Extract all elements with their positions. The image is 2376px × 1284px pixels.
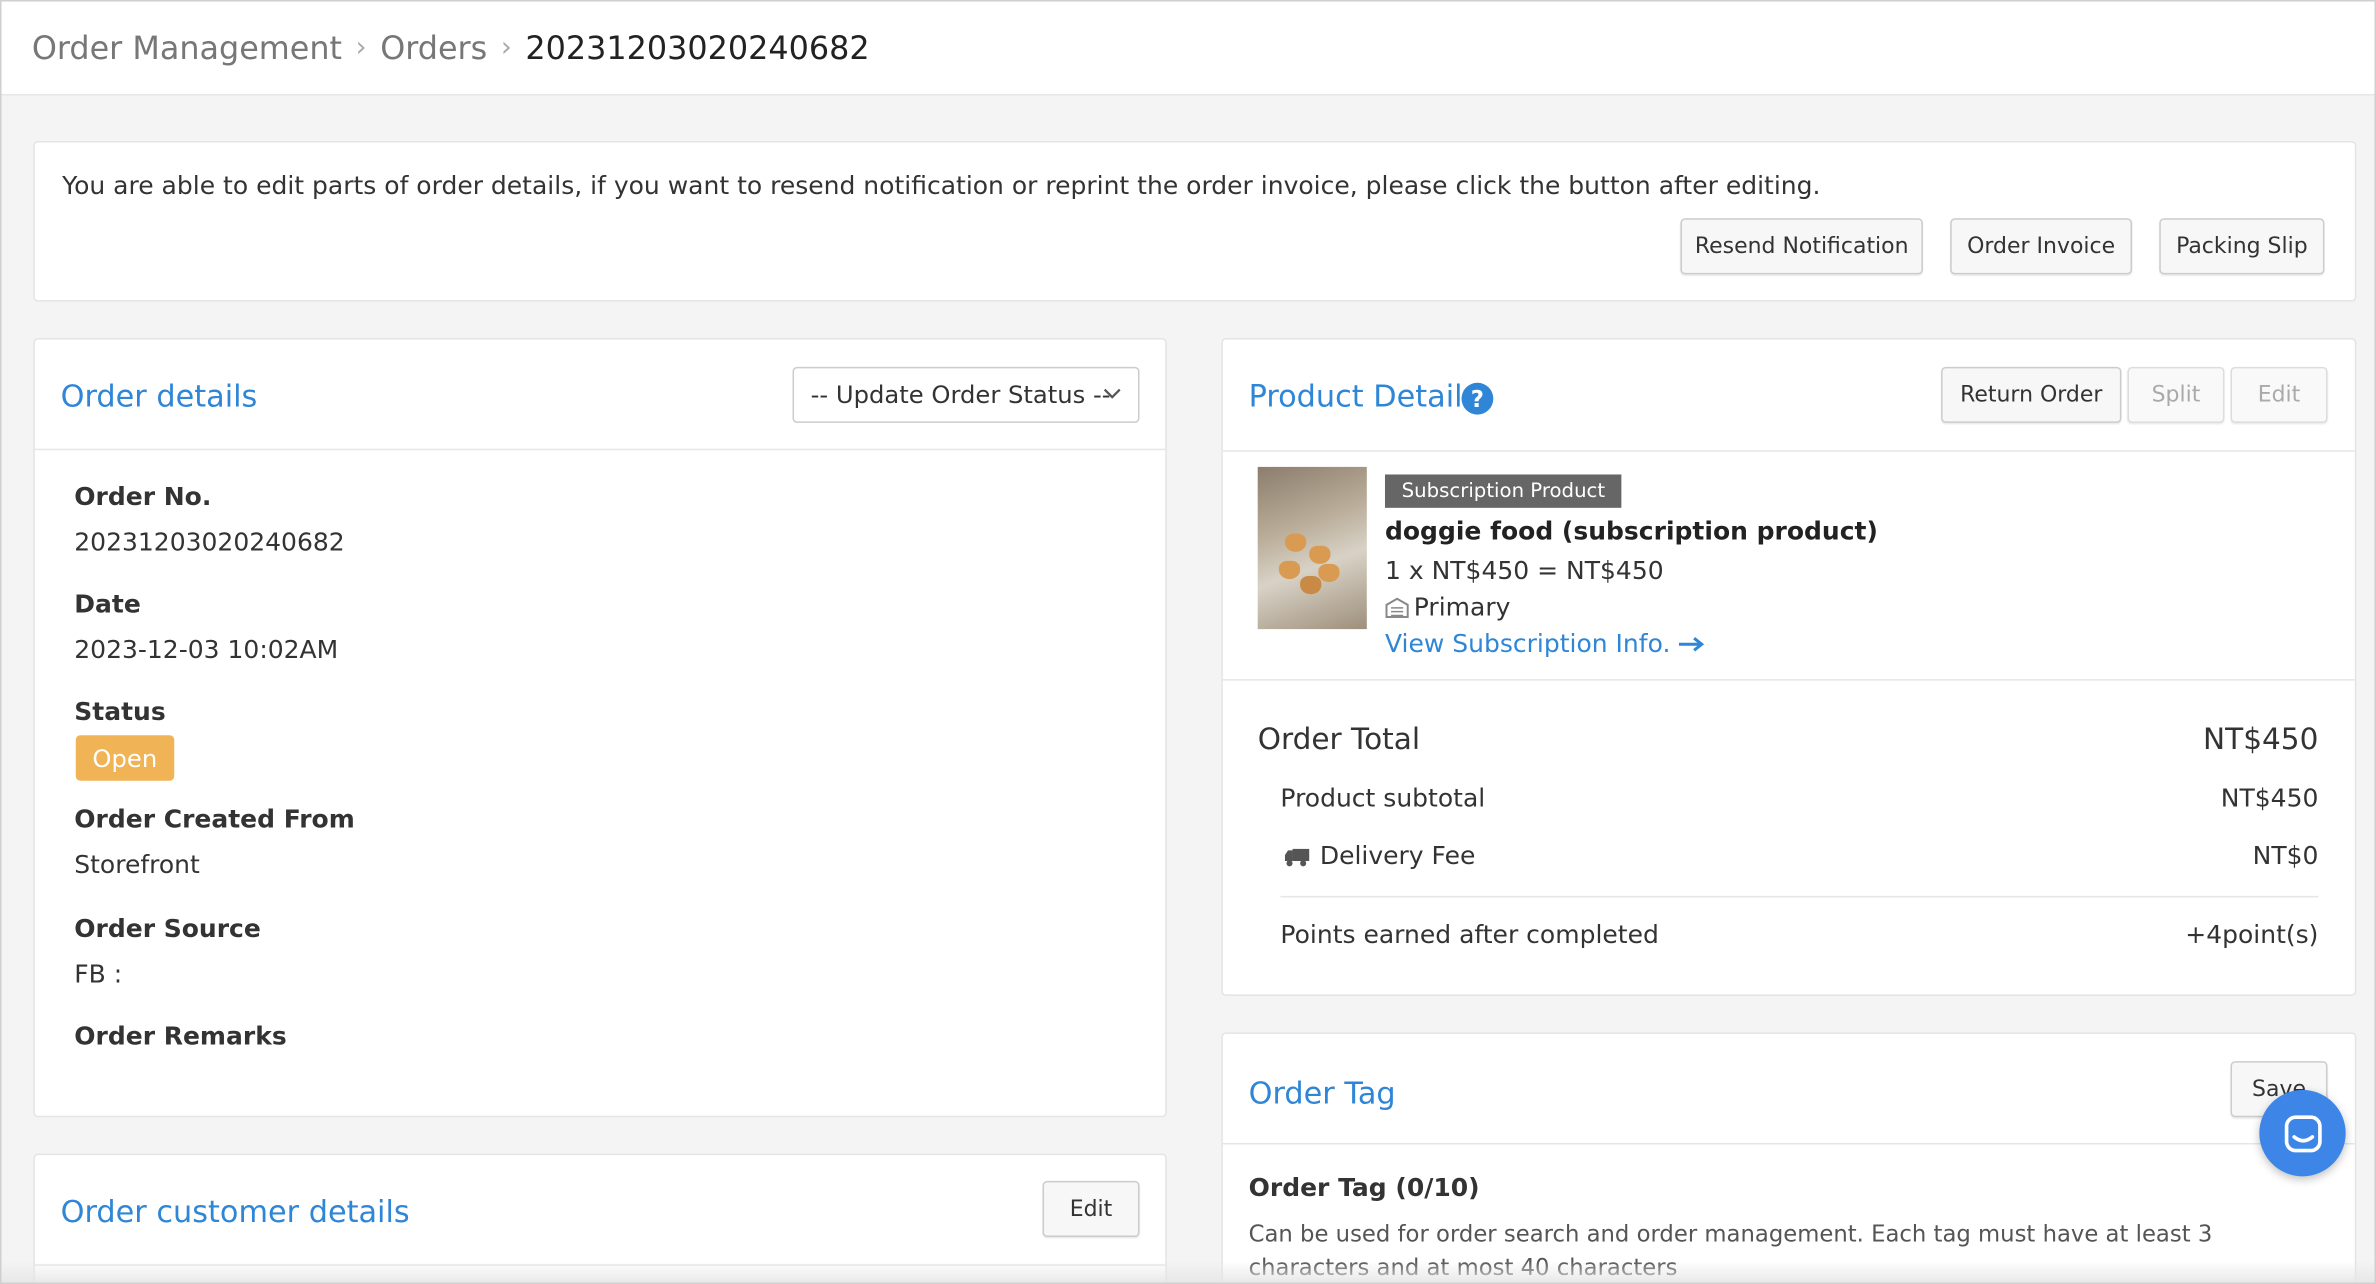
points-earned-label: Points earned after completed [1280,920,1659,949]
order-details-title: Order details [60,377,258,414]
order-tag-panel: Order Tag Save Order Tag (0/10) Can be u… [1221,1032,2357,1283]
breadcrumb-orders[interactable]: Orders [380,30,487,66]
view-subscription-info-link[interactable]: View Subscription Info. [1385,629,1705,658]
order-source-value: FB : [74,959,123,989]
points-earned-value: +4point(s) [2185,920,2319,949]
chevron-down-icon [1103,388,1121,399]
product-details-title: Product Details [1248,377,1479,414]
product-warehouse: Primary [1385,593,1510,622]
order-total-label: Order Total [1257,721,1421,757]
warehouse-icon [1385,596,1409,618]
arrow-right-icon [1679,636,1705,651]
help-circle-icon[interactable]: ? [1461,382,1494,415]
customer-edit-button[interactable]: Edit [1042,1180,1140,1237]
order-invoice-button[interactable]: Order Invoice [1950,218,2133,275]
divider [1222,450,2355,452]
order-remarks-label: Order Remarks [74,1021,287,1051]
order-customer-details-header: Order customer details Edit [34,1155,1166,1266]
order-details-panel: Order details -- Update Order Status -- … [33,338,1167,1118]
order-created-from-label: Order Created From [74,804,355,834]
date-label: Date [74,589,141,619]
order-details-header: Order details -- Update Order Status -- [34,340,1166,451]
order-no-value: 20231203020240682 [74,527,345,557]
breadcrumb-order-management[interactable]: Order Management [32,30,342,66]
edit-notice-panel: You are able to edit parts of order deta… [33,140,2357,302]
chat-launcher-button[interactable] [2259,1089,2346,1177]
product-name: doggie food (subscription product) [1384,516,1878,546]
delivery-fee-value: NT$0 [2252,841,2319,871]
order-no-label: Order No. [74,482,212,511]
product-warehouse-name: Primary [1413,592,1511,622]
update-order-status-select[interactable]: -- Update Order Status -- [792,366,1140,423]
chat-icon [2284,1114,2321,1152]
order-total-value: NT$450 [2203,721,2319,757]
split-button[interactable]: Split [2127,366,2225,423]
delivery-fee-label: Delivery Fee [1319,841,1476,871]
date-value: 2023-12-03 10:02AM [74,635,339,664]
resend-notification-button[interactable]: Resend Notification [1680,218,1923,275]
product-details-panel: Product Details ? Return Order Split Edi… [1221,338,2357,996]
product-subtotal-label: Product subtotal [1280,783,1486,813]
divider [1222,679,2355,681]
scroll-fade [1,1261,2375,1283]
truck-icon [1284,848,1310,866]
packing-slip-button[interactable]: Packing Slip [2159,218,2325,275]
delivery-fee-row: Delivery Fee [1283,841,1475,870]
chevron-right-icon: › [500,31,512,64]
breadcrumb: Order Management › Orders › 202312030202… [1,1,2375,96]
chevron-right-icon: › [355,31,367,64]
status-badge: Open [75,735,174,781]
subscription-product-badge: Subscription Product [1384,474,1622,508]
order-detail-page: Order Management › Orders › 202312030202… [0,0,2376,1284]
product-image[interactable] [1257,466,1367,630]
breadcrumb-current-order: 20231203020240682 [525,29,870,66]
view-subscription-info-label: View Subscription Info. [1384,629,1671,658]
order-tag-count-label: Order Tag (0/10) [1248,1173,1480,1203]
divider [1280,895,2319,898]
svg-text:?: ? [1471,387,1484,413]
order-created-from-value: Storefront [74,850,200,880]
product-details-header: Product Details ? Return Order Split Edi… [1223,340,2355,451]
order-tag-header: Order Tag Save [1222,1034,2355,1145]
product-edit-button[interactable]: Edit [2230,366,2328,423]
order-tag-title: Order Tag [1248,1074,1396,1112]
product-quantity-price: 1 x NT$450 = NT$450 [1384,556,1664,586]
return-order-button[interactable]: Return Order [1941,366,2122,423]
update-order-status-value: -- Update Order Status -- [810,380,1111,410]
edit-notice-text: You are able to edit parts of order deta… [62,171,1821,201]
order-source-label: Order Source [74,914,261,943]
product-subtotal-value: NT$450 [2220,783,2319,813]
order-customer-details-title: Order customer details [60,1193,410,1230]
status-label: Status [74,697,166,727]
